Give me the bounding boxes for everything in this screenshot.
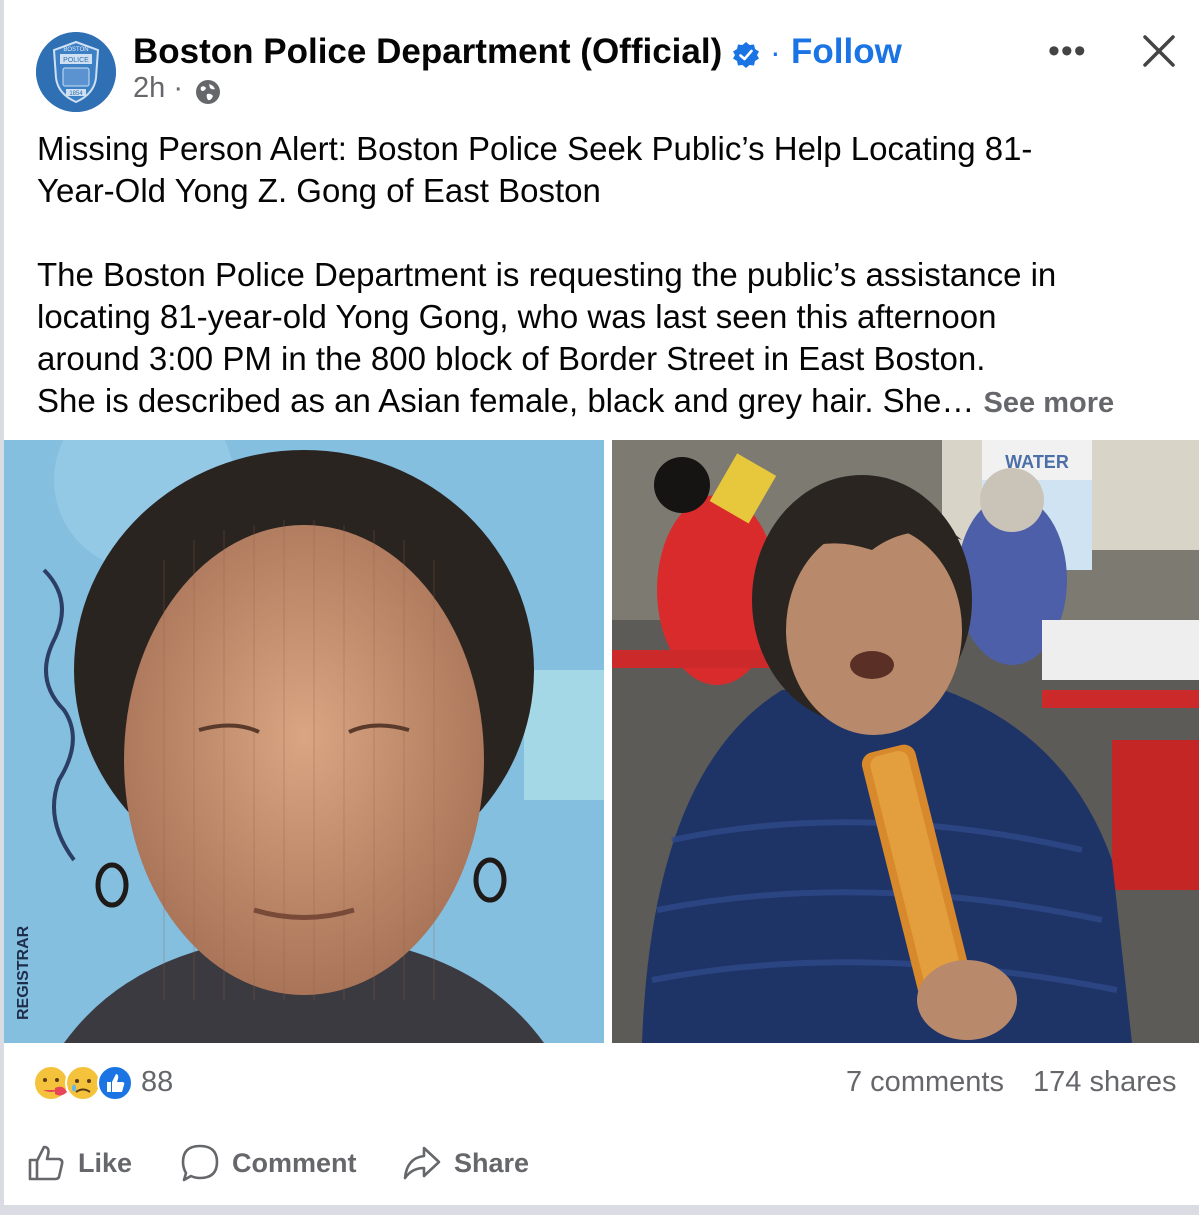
comments-count[interactable]: 7 comments [846,1066,1004,1099]
more-options-button[interactable]: ••• [1048,32,1087,71]
comment-bubble-icon [181,1144,219,1182]
cafeteria-photo-image: WATER [612,440,1199,1043]
bottom-frame-border [0,1205,1199,1215]
comment-label: Comment [232,1147,357,1178]
registrar-text: REGISTRAR [15,925,32,1020]
post-body-line-2: locating 81-year-old Yong Gong, who was … [37,298,997,335]
like-button[interactable]: Like [26,1140,132,1186]
thumbs-up-icon [28,1145,64,1181]
sad-icon [65,1065,101,1101]
id-photo[interactable]: REGISTRAR [4,440,604,1043]
reaction-count[interactable]: 88 [141,1066,173,1099]
cafeteria-photo[interactable]: WATER [612,440,1199,1043]
id-photo-image: REGISTRAR [4,440,604,1043]
post-body-line-4: She is described as an Asian female, bla… [37,382,975,419]
post-timestamp[interactable]: 2h · [133,72,183,105]
globe-icon [196,80,220,104]
shares-count[interactable]: 174 shares [1033,1066,1177,1099]
share-label: Share [454,1147,530,1178]
care-icon [33,1065,69,1101]
close-icon[interactable] [1140,32,1178,70]
post-body-line-3: around 3:00 PM in the 800 block of Borde… [37,340,986,377]
like-icon [97,1065,133,1101]
like-label: Like [78,1147,133,1178]
verified-badge-icon [733,42,759,68]
police-badge-icon: POLICE BOSTON 1854 [36,32,116,112]
post-headline-line-2: Year-Old Yong Z. Gong of East Boston [37,172,601,209]
badge-text-0: BOSTON [63,47,88,53]
page-avatar[interactable]: POLICE BOSTON 1854 [36,32,116,112]
page-name[interactable]: Boston Police Department (Official) [133,32,722,72]
reactions-icons[interactable] [33,1064,137,1102]
separator-dot: · [770,34,781,70]
post-body-line-1: The Boston Police Department is requesti… [37,256,1057,293]
share-button[interactable]: Share [402,1140,529,1186]
follow-button[interactable]: Follow [791,32,902,72]
share-arrow-icon [403,1146,441,1180]
comment-button[interactable]: Comment [180,1140,357,1186]
see-more-link[interactable]: See more [984,387,1115,419]
post-headline-line-1: Missing Person Alert: Boston Police Seek… [37,130,1033,167]
post-body-line-4-wrap: She is described as an Asian female, bla… [37,380,1187,424]
badge-text-1: POLICE [63,57,89,64]
post-text: Missing Person Alert: Boston Police Seek… [37,128,1187,424]
badge-text-2: 1854 [69,91,83,97]
